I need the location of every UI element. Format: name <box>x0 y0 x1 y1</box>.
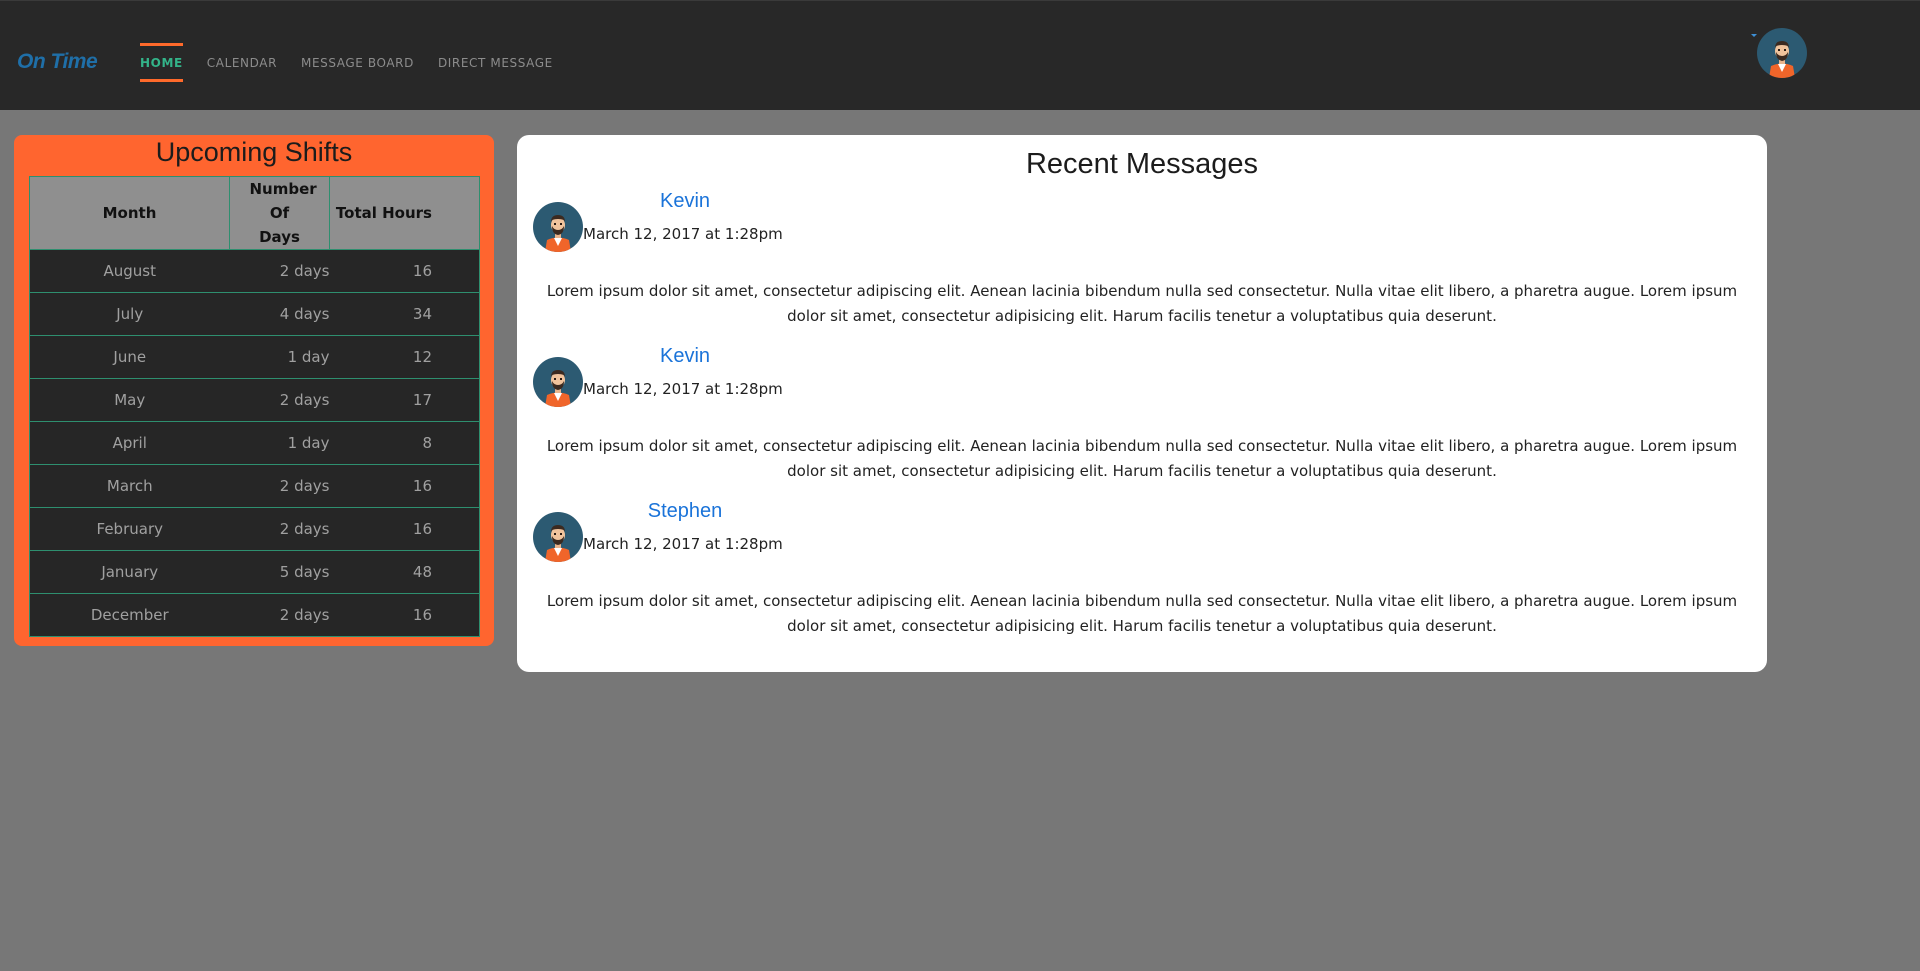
message-date: March 12, 2017 at 1:28pm <box>583 225 783 243</box>
cell-days: 2 days <box>229 593 330 637</box>
cell-days: 1 day <box>229 421 330 465</box>
cell-days-label: 2 days <box>279 391 330 409</box>
table-row: July 4 days 34 <box>29 292 480 336</box>
message-date: March 12, 2017 at 1:28pm <box>583 380 783 398</box>
message-author[interactable]: Kevin <box>617 190 753 213</box>
top-navbar: On Time HOME CALENDAR MESSAGE BOARD DIRE… <box>0 0 1920 110</box>
recent-messages-panel: Recent Messages Kevin March 12, 2017 at … <box>517 135 1767 672</box>
message-body: Lorem ipsum dolor sit amet, consectetur … <box>546 437 1738 480</box>
cell-days-label: 5 days <box>279 563 330 581</box>
cell-month: December <box>29 593 230 637</box>
cell-hours: 12 <box>329 335 480 379</box>
message-item: Kevin March 12, 2017 at 1:28pm Lorem ips… <box>517 345 1767 495</box>
column-header-days-label: Number Of Days <box>249 180 317 246</box>
table-row: February 2 days 16 <box>29 507 480 551</box>
cell-hours: 16 <box>329 249 480 293</box>
message-body: Lorem ipsum dolor sit amet, consectetur … <box>546 282 1738 325</box>
upcoming-shifts-title: Upcoming Shifts <box>155 137 353 167</box>
table-row: April 1 day 8 <box>29 421 480 465</box>
cell-days: 2 days <box>229 249 330 293</box>
cell-month: January <box>29 550 230 594</box>
message-date: March 12, 2017 at 1:28pm <box>583 535 783 553</box>
table-row: December 2 days 16 <box>29 593 480 637</box>
cell-month: February <box>29 507 230 551</box>
cell-hours: 17 <box>329 378 480 422</box>
message-body: Lorem ipsum dolor sit amet, consectetur … <box>546 592 1738 635</box>
cell-month: June <box>29 335 230 379</box>
cell-days: 2 days <box>229 378 330 422</box>
upcoming-shifts-panel: Upcoming Shifts Month Number Of Days Tot… <box>14 135 494 646</box>
message-author[interactable]: Stephen <box>617 500 753 523</box>
cell-days: 5 days <box>229 550 330 594</box>
main-nav: HOME CALENDAR MESSAGE BOARD DIRECT MESSA… <box>140 43 577 82</box>
cell-hours: 16 <box>329 464 480 508</box>
table-row: March 2 days 16 <box>29 464 480 508</box>
cell-days-label: 1 day <box>287 434 330 452</box>
cell-days-label: 2 days <box>279 477 330 495</box>
message-item: Stephen March 12, 2017 at 1:28pm Lorem i… <box>517 500 1767 650</box>
cell-hours: 34 <box>329 292 480 336</box>
cell-days-label: 2 days <box>279 520 330 538</box>
cell-hours: 8 <box>329 421 480 465</box>
cell-days-label: 2 days <box>279 262 330 280</box>
cell-days-label: 1 day <box>287 348 330 366</box>
cell-hours: 16 <box>329 593 480 637</box>
user-avatar-icon[interactable] <box>533 202 583 252</box>
user-avatar-icon[interactable] <box>1757 28 1807 78</box>
table-row: June 1 day 12 <box>29 335 480 379</box>
table-row: August 2 days 16 <box>29 249 480 293</box>
column-header-days: Number Of Days <box>229 176 330 250</box>
cell-days-label: 4 days <box>279 305 330 323</box>
recent-messages-title: Recent Messages <box>1025 148 1259 180</box>
app-logo[interactable]: On Time <box>17 50 98 74</box>
cell-days: 2 days <box>229 507 330 551</box>
table-header-row: Month Number Of Days Total Hours <box>29 176 480 250</box>
cell-days: 1 day <box>229 335 330 379</box>
shifts-table-body: August 2 days 16 July 4 days 34 June 1 day 12 May… <box>29 249 480 637</box>
column-header-hours: Total Hours <box>329 176 480 250</box>
message-item: Kevin March 12, 2017 at 1:28pm Lorem ips… <box>517 190 1767 340</box>
nav-home[interactable]: HOME <box>140 43 183 82</box>
cell-month: April <box>29 421 230 465</box>
table-row: May 2 days 17 <box>29 378 480 422</box>
nav-calendar[interactable]: CALENDAR <box>207 43 277 82</box>
cell-days-label: 2 days <box>279 606 330 624</box>
cell-hours: 48 <box>329 550 480 594</box>
shifts-table: Month Number Of Days Total Hours August 2… <box>29 176 480 637</box>
cell-hours: 16 <box>329 507 480 551</box>
cell-month: August <box>29 249 230 293</box>
nav-direct-message[interactable]: DIRECT MESSAGE <box>438 43 553 82</box>
cell-month: July <box>29 292 230 336</box>
column-header-month: Month <box>29 176 230 250</box>
user-avatar-icon[interactable] <box>533 512 583 562</box>
cell-month: March <box>29 464 230 508</box>
cell-month: May <box>29 378 230 422</box>
cell-days: 2 days <box>229 464 330 508</box>
user-avatar-icon[interactable] <box>533 357 583 407</box>
message-author[interactable]: Kevin <box>617 345 753 368</box>
cell-days: 4 days <box>229 292 330 336</box>
nav-message-board[interactable]: MESSAGE BOARD <box>301 43 414 82</box>
table-row: January 5 days 48 <box>29 550 480 594</box>
